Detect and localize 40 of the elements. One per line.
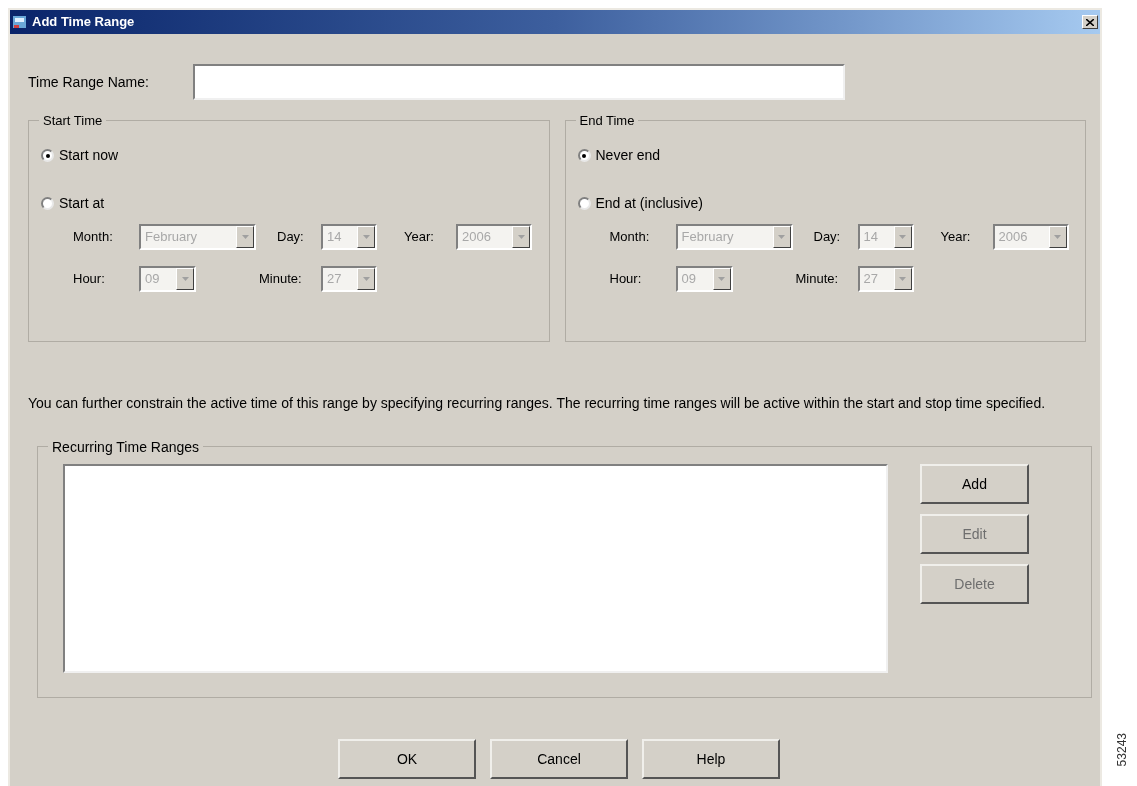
field-label: Minute: bbox=[259, 270, 303, 289]
radio-label: Start at bbox=[59, 194, 105, 213]
dialog-button[interactable]: Cancel bbox=[490, 739, 628, 779]
field-label: Month: bbox=[609, 228, 651, 247]
close-button[interactable] bbox=[1082, 15, 1098, 29]
field-label: Time Range Name: bbox=[28, 72, 150, 92]
field-label: Minute: bbox=[795, 270, 840, 289]
dialog-button[interactable]: OK bbox=[338, 739, 476, 779]
field-label: Year: bbox=[940, 228, 972, 247]
caret-icon bbox=[1048, 226, 1067, 248]
input-field[interactable] bbox=[193, 64, 845, 100]
caret-icon bbox=[357, 268, 375, 290]
description-text: You can further constrain the active time of this range by specifying recurring ranges. The recurring time ranges will be active within the start and stop time specified. bbox=[28, 394, 1047, 412]
caret-icon bbox=[893, 268, 912, 290]
field-label: Day: bbox=[277, 228, 305, 247]
radio-label: Never end bbox=[595, 146, 661, 165]
radio-button[interactable] bbox=[577, 149, 591, 162]
figure-number: 53243 bbox=[1113, 732, 1127, 766]
radio-label: End at (inclusive) bbox=[595, 194, 703, 213]
caret-icon bbox=[357, 226, 375, 248]
radio-label: Start now bbox=[59, 146, 119, 165]
caret-icon bbox=[712, 268, 731, 290]
field-label: Hour: bbox=[609, 270, 643, 289]
dialog-button[interactable]: Add bbox=[920, 464, 1029, 504]
field-label: Year: bbox=[404, 228, 435, 247]
radio-button[interactable] bbox=[577, 197, 591, 210]
field-label: Hour: bbox=[73, 270, 106, 289]
close-icon bbox=[1086, 18, 1094, 26]
window-title: Add Time Range bbox=[32, 13, 136, 32]
field-label: Month: bbox=[73, 228, 114, 247]
caret-icon bbox=[772, 226, 791, 248]
caret-icon bbox=[236, 226, 254, 248]
caret-icon bbox=[512, 226, 530, 248]
caret-icon bbox=[893, 226, 912, 248]
field-label: Day: bbox=[813, 228, 842, 247]
app-icon bbox=[12, 14, 28, 30]
caret-icon bbox=[176, 268, 194, 290]
radio-button[interactable] bbox=[41, 149, 54, 162]
radio-button[interactable] bbox=[41, 197, 54, 210]
dialog-button[interactable]: Help bbox=[642, 739, 780, 779]
